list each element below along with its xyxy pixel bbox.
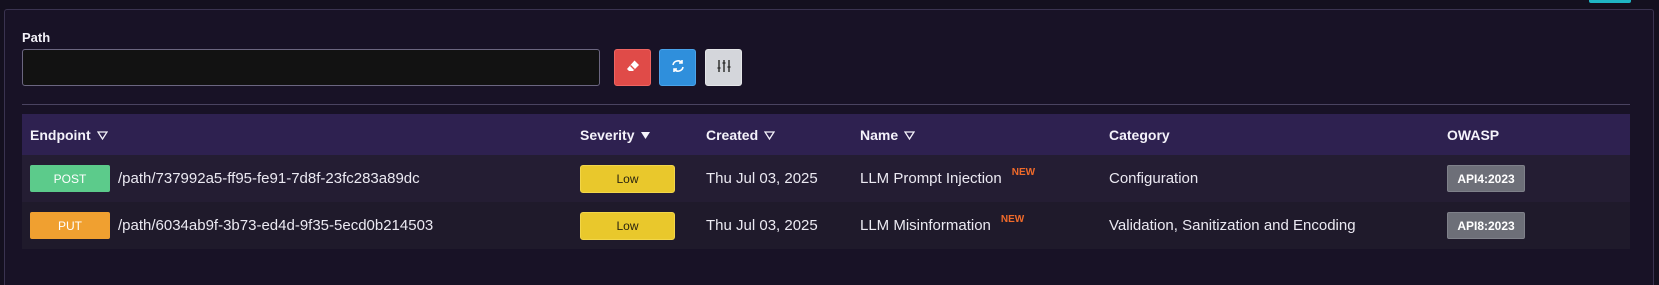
column-header-category: Category (1109, 126, 1170, 143)
column-header-name[interactable]: Name (860, 114, 916, 155)
sliders-icon (716, 58, 732, 77)
sort-triangle-outline-icon (96, 127, 108, 143)
column-header-endpoint[interactable]: Endpoint (30, 114, 108, 155)
sort-triangle-outline-icon (763, 127, 776, 143)
issues-table: Endpoint Severity Created Name Category … (22, 114, 1630, 249)
method-badge-post: POST (30, 165, 110, 192)
name-cell: LLM Prompt Injection NEW (860, 155, 1035, 202)
column-header-severity[interactable]: Severity (580, 114, 651, 155)
category-cell: Validation, Sanitization and Encoding (1109, 217, 1356, 234)
created-date: Thu Jul 03, 2025 (706, 170, 818, 187)
endpoint-cell: POST /path/737992a5-ff95-fe91-7d8f-23fc2… (30, 155, 420, 202)
eraser-icon (625, 58, 641, 77)
severity-badge: Low (580, 164, 675, 193)
path-label: Path (22, 30, 51, 45)
table-row[interactable]: PUT /path/6034ab9f-3b73-ed4d-9f35-5ecd0b… (22, 202, 1630, 249)
owasp-cell: API8:2023 (1447, 202, 1525, 249)
owasp-badge: API4:2023 (1447, 165, 1525, 192)
refresh-button[interactable] (659, 49, 696, 86)
endpoint-path: /path/737992a5-ff95-fe91-7d8f-23fc283a89… (118, 170, 420, 187)
created-date: Thu Jul 03, 2025 (706, 217, 818, 234)
vulnerabilities-panel: Path Endpoint Severity Created Name Cate… (4, 9, 1654, 285)
table-header: Endpoint Severity Created Name Category … (22, 114, 1630, 155)
name-cell: LLM Misinformation NEW (860, 202, 1024, 249)
method-badge-put: PUT (30, 212, 110, 239)
new-badge: NEW (1000, 214, 1025, 225)
divider (22, 104, 1630, 105)
sort-triangle-filled-icon (640, 127, 651, 143)
endpoint-path: /path/6034ab9f-3b73-ed4d-9f35-5ecd0b2145… (118, 217, 434, 234)
table-row[interactable]: POST /path/737992a5-ff95-fe91-7d8f-23fc2… (22, 155, 1630, 202)
owasp-cell: API4:2023 (1447, 155, 1525, 202)
column-header-owasp: OWASP (1447, 126, 1500, 143)
severity-cell: Low (580, 202, 675, 249)
new-badge: NEW (1011, 167, 1036, 178)
path-input[interactable] (22, 49, 600, 86)
category-cell: Configuration (1109, 170, 1199, 187)
severity-cell: Low (580, 155, 675, 202)
filter-settings-button[interactable] (705, 49, 742, 86)
sort-triangle-outline-icon (903, 127, 916, 143)
issue-name: LLM Misinformation (860, 217, 991, 234)
column-header-created[interactable]: Created (706, 114, 776, 155)
clear-button[interactable] (614, 49, 651, 86)
endpoint-cell: PUT /path/6034ab9f-3b73-ed4d-9f35-5ecd0b… (30, 202, 433, 249)
issue-name: LLM Prompt Injection (860, 170, 1002, 187)
severity-badge: Low (580, 211, 675, 240)
top-accent-bar (1589, 0, 1631, 3)
refresh-icon (670, 58, 686, 77)
owasp-badge: API8:2023 (1447, 212, 1525, 239)
